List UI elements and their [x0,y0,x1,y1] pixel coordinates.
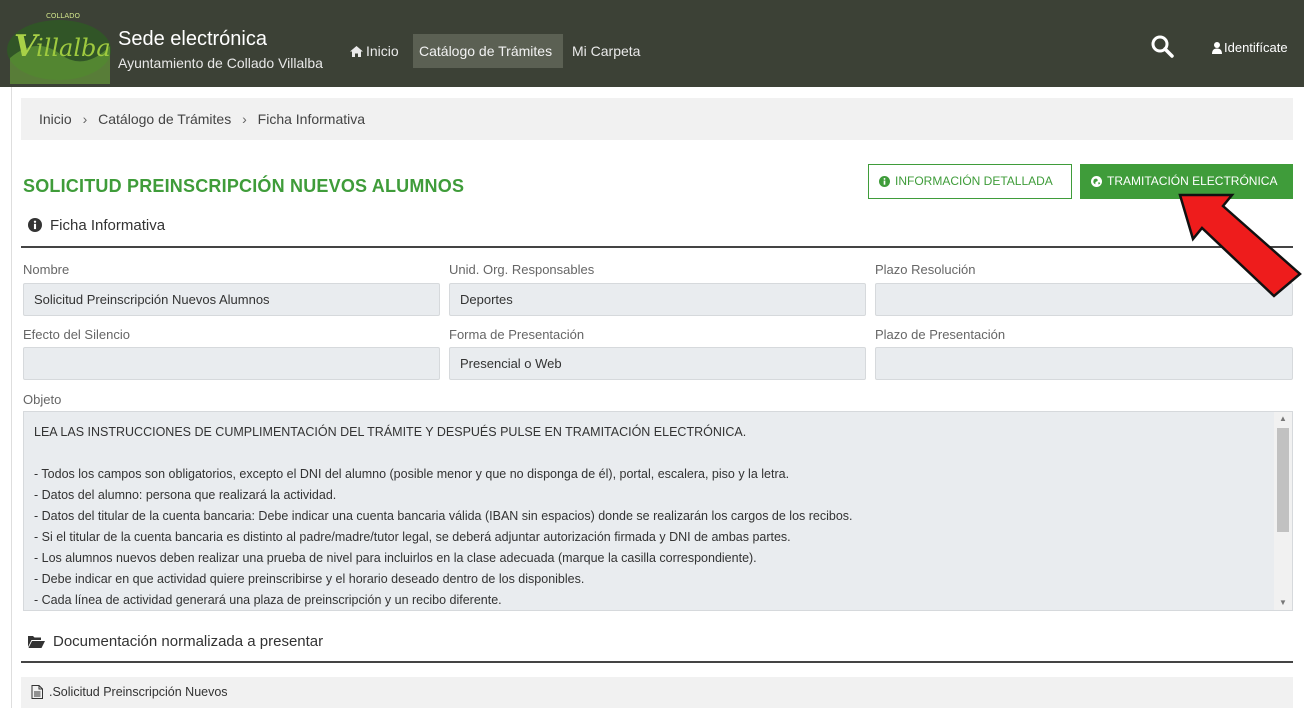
folder-open-icon [28,636,45,648]
breadcrumb-inicio[interactable]: Inicio [39,111,72,127]
search-icon[interactable] [1150,34,1174,58]
info-circle-icon [879,176,890,187]
objeto-line: - Si el titular de la cuenta bancaria es… [34,530,791,544]
objeto-line: - Debe indicar en que actividad quiere p… [34,572,585,586]
objeto-line: - Cada línea de actividad generará una p… [34,593,502,607]
objeto-line: - Todos los campos son obligatorios, exc… [34,467,790,481]
objeto-intro: LEA LAS INSTRUCCIONES DE CUMPLIMENTACIÓN… [34,425,747,439]
document-label[interactable]: .Solicitud Preinscripción Nuevos [49,685,228,699]
scroll-thumb[interactable] [1277,428,1289,532]
breadcrumb-separator: › [82,111,88,127]
breadcrumb-separator: › [242,111,247,127]
scroll-down-arrow-icon[interactable]: ▼ [1274,596,1292,610]
breadcrumb: Inicio › Catálogo de Trámites › Ficha In… [21,98,1293,140]
objeto-label: Objeto [23,392,62,407]
brand-title[interactable]: Sede electrónica [118,28,267,50]
objeto-textarea[interactable]: LEA LAS INSTRUCCIONES DE CUMPLIMENTACIÓN… [23,411,1293,611]
brand-subtitle: Ayuntamiento de Collado Villalba [118,55,323,71]
nav-mi-carpeta[interactable]: Mi Carpeta [566,34,648,68]
home-icon [350,46,363,57]
user-icon [1212,42,1222,54]
red-arrow-icon [1178,193,1302,298]
plazo-presentacion-field [875,347,1293,380]
section-divider [21,661,1293,663]
objeto-scrollbar[interactable]: ▲ ▼ [1274,412,1292,610]
section-doc-label: Documentación normalizada a presentar [53,633,324,650]
section-ficha-label: Ficha Informativa [50,217,166,234]
top-navbar: V illalba COLLADO Sede electrónica Ayunt… [0,0,1304,87]
unid-org-field: Deportes [449,283,866,316]
nav-catalogo[interactable]: Catálogo de Trámites [413,34,563,68]
nav-home[interactable]: Inicio [344,34,408,68]
tramitacion-electronica-label: Tramitación electrónica [1107,174,1278,188]
identificate-label: Identifícate [1224,40,1288,55]
section-divider [21,246,1293,248]
forma-presentacion-label: Forma de Presentación [449,327,585,342]
nav-catalogo-label: Catálogo de Trámites [419,43,553,59]
efecto-silencio-label: Efecto del Silencio [23,327,130,342]
objeto-line: - Datos del alumno: persona que realizar… [34,488,337,502]
breadcrumb-ficha: Ficha Informativa [257,111,366,127]
informacion-detallada-label: Información detallada [895,174,1053,188]
plazo-presentacion-label: Plazo de Presentación [875,327,1006,342]
file-text-icon [31,685,43,699]
globe-icon [1091,176,1102,187]
svg-text:illalba: illalba [36,34,111,62]
section-ficha-informativa: Ficha Informativa [28,217,165,234]
svg-text:COLLADO: COLLADO [46,12,81,20]
efecto-silencio-field [23,347,440,380]
informacion-detallada-button[interactable]: Información detallada [868,164,1072,199]
breadcrumb-catalogo[interactable]: Catálogo de Trámites [98,111,231,127]
villalba-logo[interactable]: V illalba COLLADO [6,6,112,84]
objeto-line: - Datos del titular de la cuenta bancari… [34,509,853,523]
document-row[interactable]: .Solicitud Preinscripción Nuevos [21,677,1293,708]
scroll-up-arrow-icon[interactable]: ▲ [1274,412,1292,426]
villalba-logo-icon: V illalba COLLADO [6,6,112,84]
page-title: SOLICITUD PREINSCRIPCIÓN NUEVOS ALUMNOS [23,176,465,196]
unid-org-label: Unid. Org. Responsables [449,262,595,277]
identificate-link[interactable]: Identifícate [1212,40,1288,55]
nombre-field: Solicitud Preinscripción Nuevos Alumnos [23,283,440,316]
forma-presentacion-field: Presencial o Web [449,347,866,380]
left-rule [11,87,12,708]
nav-mi-carpeta-label: Mi Carpeta [572,43,641,59]
nav-home-label: Inicio [366,43,399,59]
objeto-line: - Los alumnos nuevos deben realizar una … [34,551,757,565]
section-documentacion: Documentación normalizada a presentar [28,633,323,650]
info-circle-icon [28,218,42,232]
nombre-label: Nombre [23,262,70,277]
